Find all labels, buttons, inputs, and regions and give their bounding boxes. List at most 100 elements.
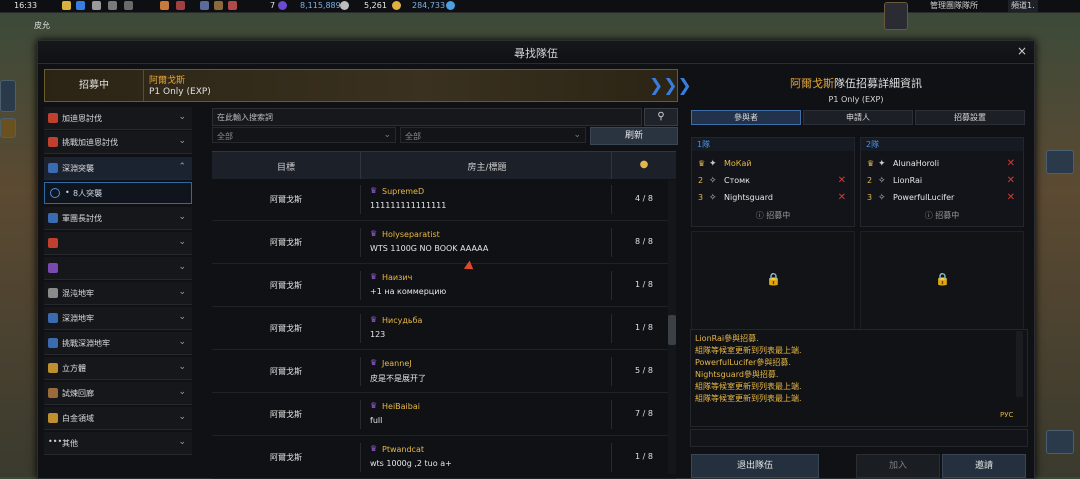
search-input[interactable]: 在此輸入搜索詞 (212, 108, 642, 126)
table-row[interactable]: 阿爾戈斯 ♛ Ptwandcat wts 1000g ,2 tuo a+ 1 /… (212, 437, 676, 479)
row-count: 1 / 8 (635, 280, 653, 289)
challenge-guardian-icon (48, 137, 58, 147)
member-count-icon[interactable]: ● (624, 159, 664, 170)
sidebar-item-challenge-abyss[interactable]: 挑戰深淵地牢 ⌄ (44, 332, 192, 355)
table-row[interactable]: 阿爾戈斯 ♛ SupremeD 111111111111111 4 / 8 (212, 179, 676, 221)
ark-emblem-icon[interactable] (884, 2, 908, 30)
party-member[interactable]: 2 ✧ Стомк ✕ (696, 175, 850, 189)
list-scroll-thumb[interactable] (668, 315, 676, 345)
column-title[interactable]: 房主/標題 (362, 160, 612, 173)
class-icon: ✦ (709, 159, 717, 169)
kick-icon[interactable]: ✕ (1007, 158, 1015, 169)
recruiting-banner[interactable]: 招募中 阿爾戈斯 P1 Only (EXP) ❯❯❯ (44, 69, 692, 102)
sidebar-item-challenge-guardian[interactable]: 挑戰加迪恩討伐 ⌄ (44, 131, 192, 154)
sidebar-label: 深淵突襲 (62, 164, 94, 173)
kick-icon[interactable]: ✕ (838, 175, 846, 186)
kick-icon[interactable]: ✕ (1007, 192, 1015, 203)
log-scrollbar[interactable] (1016, 331, 1023, 397)
tab-recruit-settings[interactable]: 招募設置 (915, 110, 1025, 125)
member-name: Nightsguard (724, 193, 773, 202)
table-row[interactable]: 阿爾戈斯 ♛ Holyseparatist WTS 1100G NO BOOK … (212, 222, 676, 264)
mail-icon[interactable] (62, 1, 71, 10)
quest-icon[interactable] (228, 1, 237, 10)
column-target[interactable]: 目標 (212, 160, 360, 173)
side-refresh-icon[interactable] (1046, 430, 1074, 454)
input-language[interactable]: РУС (1000, 411, 1013, 419)
tab-participants[interactable]: 參與者 (691, 110, 801, 125)
chat-icon[interactable] (76, 1, 85, 10)
member-name: PowerfulLucifer (893, 193, 955, 202)
row-title: WTS 1100G NO BOOK AAAAA (370, 244, 489, 253)
chevron-down-icon: ⌄ (178, 387, 186, 397)
side-notify-icon[interactable] (1046, 150, 1074, 174)
party-member[interactable]: 2 ✧ LionRai ✕ (865, 175, 1019, 189)
currency-silver: 8,115,889 (300, 1, 341, 10)
party-member[interactable]: 3 ✧ PowerfulLucifer ✕ (865, 192, 1019, 206)
sidebar-item-legion-commander[interactable]: 軍團長討伐 ⌄ (44, 207, 192, 230)
raid-icon (48, 263, 58, 273)
filter-dropdown-1[interactable]: 全部 ⌄ (212, 127, 396, 143)
kick-icon[interactable]: ✕ (838, 192, 846, 203)
party-member[interactable]: ♛ ✦ AlunaHoroli ✕ (865, 158, 1019, 172)
log-line: PowerfulLucifer參與招募. (695, 358, 791, 367)
sidebar-label: 挑戰加迪恩討伐 (62, 138, 118, 147)
double-arrow-icon[interactable]: ❯❯❯ (649, 76, 692, 96)
inventory-icon[interactable] (214, 1, 223, 10)
sidebar-item-chaos-dungeon[interactable]: 混沌地牢 ⌄ (44, 282, 192, 305)
member-name: AlunaHoroli (893, 159, 940, 168)
filter-dropdown-2[interactable]: 全部 ⌄ (400, 127, 586, 143)
recruit-chat-input[interactable] (690, 429, 1028, 447)
sidebar-item-abyss-raid[interactable]: 深淵突襲 ⌃ (44, 157, 192, 180)
friends-icon[interactable] (124, 1, 133, 10)
sidebar-item-unnamed-1[interactable]: ⌄ (44, 232, 192, 255)
sidebar-item-unnamed-2[interactable]: ⌄ (44, 257, 192, 280)
sidebar-item-trial-corridor[interactable]: 試煉回廊 ⌄ (44, 382, 192, 405)
challenge-abyss-icon (48, 338, 58, 348)
shop-icon[interactable] (176, 1, 185, 10)
guild-icon[interactable] (108, 1, 117, 10)
chevron-down-icon: ⌄ (573, 130, 581, 140)
refresh-button[interactable]: 刷新 (590, 127, 678, 145)
lock-icon: 🔒 (935, 272, 950, 286)
side-quest-icon[interactable] (0, 118, 16, 138)
join-button[interactable]: 加入 (856, 454, 940, 478)
sidebar-item-other[interactable]: ••• 其他 ⌄ (44, 432, 192, 455)
member-slot: 3 (698, 193, 704, 202)
side-tracker-icon[interactable] (0, 80, 16, 112)
table-row[interactable]: 阿爾戈斯 ♛ Наизич +1 на коммерцию 1 / 8 (212, 265, 676, 307)
locked-party-3: 🔒 (691, 231, 855, 331)
sidebar-label: 混沌地牢 (62, 289, 94, 298)
crown-icon: ♛ (370, 444, 378, 453)
crown-icon: ♛ (370, 186, 378, 195)
party-member[interactable]: ♛ ✦ МоКай (696, 158, 850, 172)
row-title: 111111111111111 (370, 201, 447, 210)
table-row[interactable]: 阿爾戈斯 ♛ Нисудьба 123 1 / 8 (212, 308, 676, 350)
kick-icon[interactable]: ✕ (1007, 175, 1015, 186)
table-row[interactable]: 阿爾戈斯 ♛ JeanneJ 皮是不是展开了 5 / 8 (212, 351, 676, 393)
sidebar-item-guardian[interactable]: 加迪恩討伐 ⌄ (44, 107, 192, 130)
search-icon[interactable]: ⚲ (644, 108, 678, 126)
log-line: Nightsguard參與招募. (695, 370, 779, 379)
event-icon[interactable] (160, 1, 169, 10)
invite-button[interactable]: 邀請 (942, 454, 1026, 478)
leave-party-button[interactable]: 退出隊伍 (691, 454, 819, 478)
log-line: 組隊等候室更新到列表最上端. (695, 382, 802, 391)
recruiting-text: 招募中 (935, 211, 960, 220)
party-2-box: 2隊 ♛ ✦ AlunaHoroli ✕ 2 ✧ LionRai ✕ 3 ✧ P… (860, 137, 1024, 227)
row-target: 阿爾戈斯 (270, 453, 302, 462)
table-row[interactable]: 阿爾戈斯 ♛ HeiBaibai full 7 / 8 (212, 394, 676, 436)
row-leader: Ptwandcat (382, 445, 424, 454)
sidebar-item-abyss-dungeon[interactable]: 深淵地牢 ⌄ (44, 307, 192, 330)
log-line: LionRai參與招募. (695, 334, 759, 343)
tab-applicants[interactable]: 申請人 (803, 110, 913, 125)
close-icon[interactable]: × (1014, 44, 1030, 60)
location-name: 管理團隊隊所 (930, 1, 978, 10)
settings-icon[interactable] (200, 1, 209, 10)
silver-icon (340, 1, 349, 10)
sidebar-item-platinum-field[interactable]: 白金領域 ⌄ (44, 407, 192, 430)
sidebar-subitem-8-raid[interactable]: • 8人突襲 (44, 182, 192, 204)
channel-select[interactable]: 頻道1. (1008, 0, 1038, 12)
sidebar-item-cube[interactable]: 立方體 ⌄ (44, 357, 192, 380)
menu-icon[interactable] (92, 1, 101, 10)
party-member[interactable]: 3 ✧ Nightsguard ✕ (696, 192, 850, 206)
